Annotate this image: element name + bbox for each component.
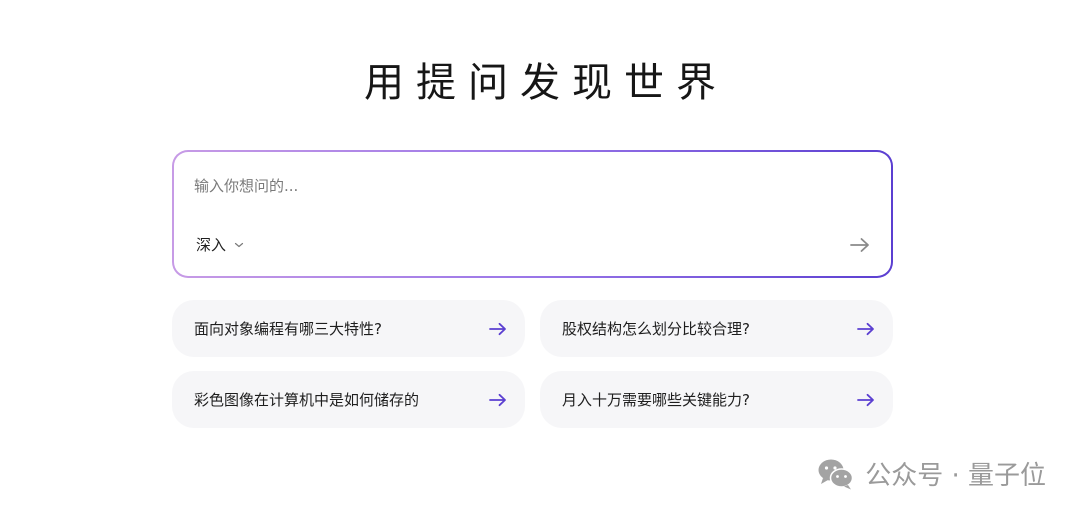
arrow-right-icon [489,393,506,406]
page-title: 用提问发现世界 [364,60,728,106]
watermark-text: 公众号 · 量子位 [865,461,1046,491]
suggestion-label: 股权结构怎么划分比较合理? [562,320,750,338]
mode-dropdown[interactable]: 深入 [196,234,244,255]
suggestion-card[interactable]: 股权结构怎么划分比较合理? [540,300,893,357]
suggestion-card[interactable]: 彩色图像在计算机中是如何储存的 [172,371,525,428]
suggestion-label: 月入十万需要哪些关键能力? [562,391,750,409]
suggestion-card[interactable]: 月入十万需要哪些关键能力? [540,371,893,428]
chevron-down-icon [234,242,244,247]
search-input[interactable] [194,172,834,200]
wechat-icon [818,459,854,489]
watermark: 公众号 · 量子位 [817,455,1046,492]
submit-button[interactable] [847,232,873,258]
arrow-right-icon [857,322,874,335]
suggestion-grid: 面向对象编程有哪三大特性? 股权结构怎么划分比较合理? 彩色图像在计算机中是如何… [172,300,893,428]
mode-label: 深入 [196,236,227,254]
suggestion-label: 彩色图像在计算机中是如何储存的 [194,391,420,409]
search-box-inner: 深入 [174,152,891,276]
arrow-right-icon [850,238,869,252]
search-box: 深入 [172,150,893,278]
arrow-right-icon [489,322,506,335]
page: 用提问发现世界 深入 面向对象编程有哪三大特性? 股 [0,0,1080,518]
suggestion-label: 面向对象编程有哪三大特性? [194,320,382,338]
arrow-right-icon [857,393,874,406]
suggestion-card[interactable]: 面向对象编程有哪三大特性? [172,300,525,357]
